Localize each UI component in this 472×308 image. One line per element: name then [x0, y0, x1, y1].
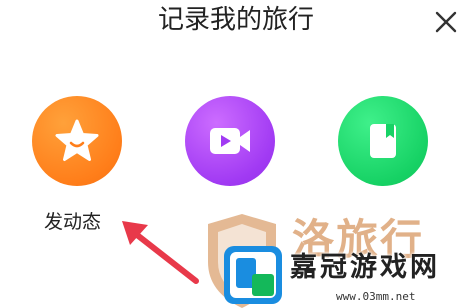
video-camera-icon	[210, 128, 250, 154]
watermark-url: www.03mm.net	[336, 290, 416, 303]
watermark-logo	[224, 246, 282, 304]
close-icon[interactable]	[432, 8, 460, 36]
post-moment-button[interactable]	[32, 96, 122, 186]
star-icon	[55, 119, 99, 161]
post-moment-label: 发动态	[44, 211, 102, 233]
arrow-icon	[122, 221, 199, 284]
bookmark-book-icon	[370, 124, 396, 158]
write-journal-button[interactable]	[338, 96, 428, 186]
page-title: 记录我的旅行	[157, 5, 314, 35]
record-video-button[interactable]	[185, 96, 275, 186]
watermark-site-name: 嘉冠游戏网	[290, 252, 440, 283]
